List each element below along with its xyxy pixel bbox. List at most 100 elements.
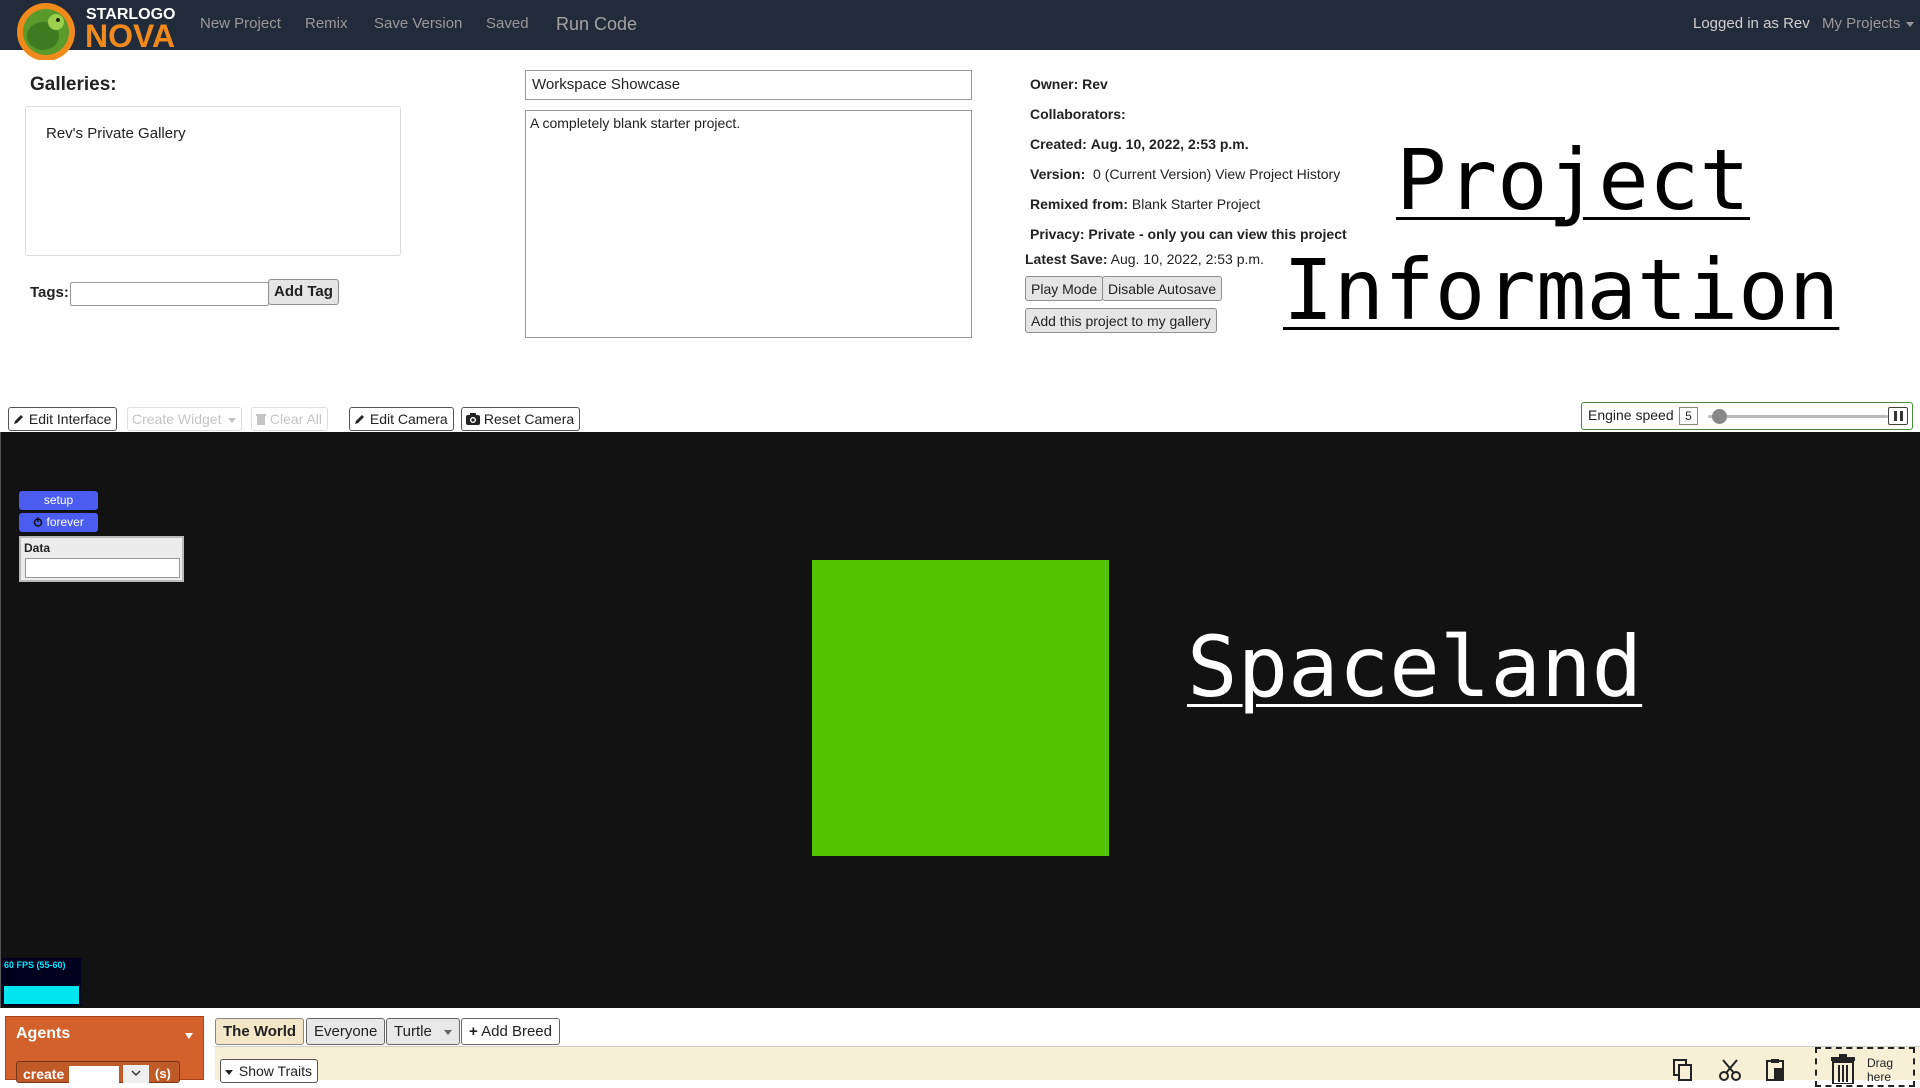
setup-button[interactable]: setup <box>19 491 98 510</box>
plus-icon: + <box>469 1023 478 1040</box>
chevron-down-icon <box>131 1070 141 1077</box>
privacy-label: Privacy: <box>1030 226 1085 242</box>
pause-button[interactable] <box>1888 407 1908 425</box>
add-to-gallery-button[interactable]: Add this project to my gallery <box>1025 308 1217 333</box>
remixed-row: Remixed from: Blank Starter Project <box>1030 196 1260 212</box>
project-title-input[interactable]: Workspace Showcase <box>525 70 972 100</box>
tab-turtle[interactable]: Turtle <box>386 1018 460 1045</box>
create-count-input[interactable] <box>69 1066 119 1084</box>
project-description-textarea[interactable]: A completely blank starter project. <box>525 110 972 338</box>
clear-all-button[interactable]: Clear All <box>251 407 329 431</box>
my-projects-label: My Projects <box>1822 15 1901 32</box>
pencil-icon <box>355 415 364 424</box>
project-information-heading-line1: Project <box>1396 131 1751 229</box>
version-label: Version: <box>1030 166 1086 182</box>
remixed-from-link[interactable]: Blank Starter Project <box>1132 196 1260 212</box>
pencil-icon <box>14 415 23 424</box>
reset-camera-button[interactable]: Reset Camera <box>461 407 581 431</box>
agents-palette: Agents create (s) <box>5 1016 204 1084</box>
trash-label-line2: here <box>1867 1070 1892 1084</box>
latest-save-value: Aug. 10, 2022, 2:53 p.m. <box>1110 251 1264 267</box>
fps-meter: 60 FPS (55-60) <box>2 958 81 1006</box>
owner-label: Owner: <box>1030 76 1079 92</box>
edit-camera-button[interactable]: Edit Camera <box>349 407 454 431</box>
copy-icon[interactable] <box>1670 1057 1696 1083</box>
block-workspace[interactable]: Show Traits Drag here <box>215 1046 1920 1087</box>
privacy-row: Privacy: Private - only you can view thi… <box>1030 226 1347 242</box>
caret-down-icon[interactable] <box>185 1033 193 1039</box>
scissors-icon[interactable] <box>1717 1057 1743 1083</box>
privacy-value: Private - only you can view this project <box>1088 226 1347 242</box>
engine-speed-value: 5 <box>1679 407 1698 425</box>
data-widget-input[interactable] <box>25 558 180 578</box>
logged-in-label: Logged in as Rev <box>1693 15 1810 32</box>
version-value: 0 (Current Version) <box>1093 166 1212 182</box>
create-breed-select[interactable] <box>123 1065 149 1083</box>
logo-text-bottom: NOVA <box>85 18 175 54</box>
forever-label: forever <box>46 515 84 529</box>
remix-link[interactable]: Remix <box>305 0 348 50</box>
turtle-logo-icon: STARLOGO NOVA <box>17 3 175 61</box>
collaborators-label: Collaborators: <box>1030 106 1126 122</box>
caret-down-icon <box>443 1029 452 1035</box>
run-code-link[interactable]: Run Code <box>556 0 637 50</box>
edit-interface-label: Edit Interface <box>28 411 112 427</box>
view-history-link[interactable]: View Project History <box>1215 166 1340 182</box>
agents-label: Agents <box>16 1025 71 1042</box>
data-widget: Data <box>19 536 184 582</box>
engine-speed-control: Engine speed 5 <box>1581 402 1913 430</box>
starlogo-nova-logo[interactable]: STARLOGO NOVA <box>16 2 188 61</box>
caret-down-icon <box>228 417 237 423</box>
tags-input[interactable] <box>70 282 269 306</box>
latest-save-row: Latest Save: Aug. 10, 2022, 2:53 p.m. <box>1025 251 1264 267</box>
trash-icon <box>256 414 266 425</box>
tab-everyone[interactable]: Everyone <box>306 1018 386 1045</box>
my-projects-dropdown[interactable]: My Projects <box>1822 0 1915 50</box>
create-suffix: (s) <box>155 1066 171 1081</box>
created-label: Created: <box>1030 136 1087 152</box>
galleries-list: Rev's Private Gallery <box>25 106 401 256</box>
show-traits-button[interactable]: Show Traits <box>220 1059 319 1083</box>
created-value: Aug. 10, 2022, 2:53 p.m. <box>1090 136 1249 152</box>
project-information-heading-line2: Information <box>1283 241 1840 339</box>
camera-icon <box>466 413 480 425</box>
navbar: STARLOGO NOVA New Project Remix Save Ver… <box>0 0 1920 61</box>
owner-value: Rev <box>1082 76 1108 92</box>
collaborators-row: Collaborators: <box>1030 106 1126 122</box>
paste-icon[interactable] <box>1763 1057 1789 1083</box>
spaceland-heading: Spaceland <box>1187 618 1643 716</box>
engine-speed-slider-thumb[interactable] <box>1712 409 1727 424</box>
edit-interface-button[interactable]: Edit Interface <box>8 407 118 431</box>
edit-camera-label: Edit Camera <box>369 411 448 427</box>
remixed-label: Remixed from: <box>1030 196 1129 212</box>
tab-the-world[interactable]: The World <box>215 1018 305 1045</box>
fps-label: 60 FPS (55-60) <box>4 960 66 970</box>
save-version-link[interactable]: Save Version <box>374 0 462 50</box>
engine-speed-label: Engine speed <box>1588 407 1674 423</box>
add-breed-label: Add Breed <box>481 1023 552 1040</box>
saved-status: Saved <box>486 15 529 32</box>
forever-button[interactable]: forever <box>19 513 98 532</box>
add-breed-button[interactable]: + Add Breed <box>461 1018 560 1045</box>
add-tag-button[interactable]: Add Tag <box>268 279 339 305</box>
new-project-link[interactable]: New Project <box>200 0 281 50</box>
trash-drop-zone[interactable]: Drag here <box>1815 1047 1915 1087</box>
fps-bar <box>4 986 79 1004</box>
show-traits-label: Show Traits <box>238 1063 313 1079</box>
gallery-item[interactable]: Rev's Private Gallery <box>46 125 186 142</box>
tab-turtle-label: Turtle <box>394 1023 432 1040</box>
caret-down-icon <box>1906 21 1915 27</box>
latest-save-label: Latest Save: <box>1025 251 1108 267</box>
create-widget-dropdown[interactable]: Create Widget <box>127 407 243 431</box>
play-mode-button[interactable]: Play Mode <box>1025 276 1104 301</box>
reset-camera-label: Reset Camera <box>483 411 575 427</box>
version-row: Version: 0 (Current Version) View Projec… <box>1030 166 1340 182</box>
agent-green-square[interactable] <box>812 560 1109 856</box>
tags-label: Tags: <box>30 284 69 301</box>
caret-down-icon <box>225 1069 233 1075</box>
data-widget-label: Data <box>24 541 51 555</box>
owner-row: Owner: Rev <box>1030 76 1108 92</box>
disable-autosave-button[interactable]: Disable Autosave <box>1102 276 1223 301</box>
engine-speed-slider[interactable] <box>1708 415 1888 418</box>
created-row: Created: Aug. 10, 2022, 2:53 p.m. <box>1030 136 1249 152</box>
